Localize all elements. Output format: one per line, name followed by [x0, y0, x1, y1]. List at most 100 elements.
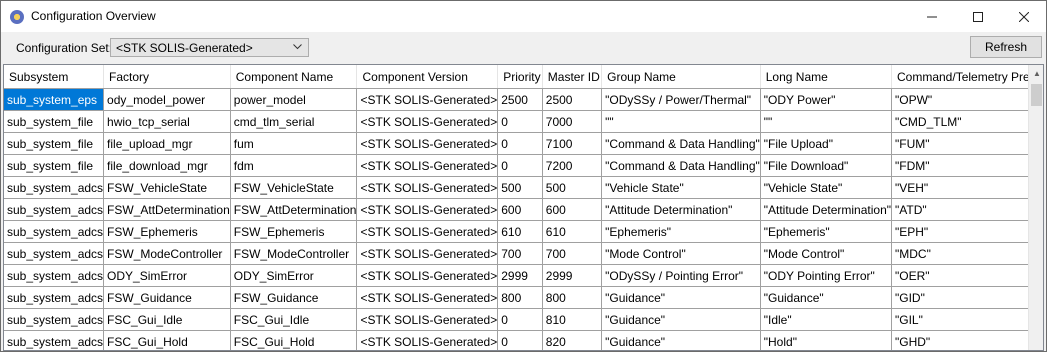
scroll-up-arrow-icon[interactable]: ▲ [1033, 69, 1041, 78]
column-header[interactable]: Factory [103, 65, 231, 89]
table-row[interactable]: sub_system_adcs FSC_Gui_Idle FSC_Gui_Idle <… [4, 308, 1043, 331]
column-header[interactable]: Subsystem [4, 65, 105, 89]
table-cell[interactable]: 820 [542, 330, 603, 350]
table-cell[interactable]: sub_system_adcs [4, 330, 105, 350]
table-cell[interactable]: 610 [497, 220, 543, 243]
table-cell[interactable]: <STK SOLIS-Generated> [356, 286, 499, 309]
table-cell[interactable]: "ATD" [891, 198, 1043, 221]
table-cell[interactable]: <STK SOLIS-Generated> [356, 154, 499, 177]
close-button[interactable] [1001, 1, 1046, 32]
table-cell[interactable]: sub_system_file [4, 154, 105, 177]
maximize-button[interactable] [955, 1, 1001, 32]
table-cell[interactable]: sub_system_file [4, 132, 105, 155]
table-cell[interactable]: "Guidance" [760, 286, 893, 309]
table-row[interactable]: sub_system_file file_upload_mgr fum <STK SO… [4, 132, 1043, 155]
table-cell[interactable]: "GIL" [891, 308, 1043, 331]
table-row[interactable]: sub_system_adcs FSW_ModeController FSW_Mod… [4, 242, 1043, 265]
table-cell[interactable]: 500 [497, 176, 543, 199]
minimize-button[interactable] [909, 1, 955, 32]
table-cell[interactable]: FSC_Gui_Idle [230, 308, 358, 331]
table-cell[interactable]: "ODySSy / Pointing Error" [601, 264, 761, 287]
table-cell[interactable]: FSW_ModeController [103, 242, 231, 265]
table-row[interactable]: sub_system_adcs ODY_SimError ODY_SimError <… [4, 264, 1043, 287]
table-cell[interactable]: FSC_Gui_Hold [103, 330, 231, 350]
table-cell[interactable]: "Ephemeris" [601, 220, 761, 243]
table-cell[interactable]: "Vehicle State" [601, 176, 761, 199]
table-row[interactable]: sub_system_adcs FSW_Ephemeris FSW_Ephemeri… [4, 220, 1043, 243]
table-cell[interactable]: "ODySSy / Power/Thermal" [601, 88, 761, 111]
table-cell[interactable]: "Guidance" [601, 330, 761, 350]
table-cell[interactable]: "Hold" [760, 330, 893, 350]
table-row[interactable]: sub_system_adcs FSW_VehicleState FSW_Vehic… [4, 176, 1043, 199]
table-cell[interactable]: FSW_Guidance [230, 286, 358, 309]
table-cell[interactable]: 610 [542, 220, 603, 243]
table-cell[interactable]: hwio_tcp_serial [103, 110, 231, 133]
table-cell[interactable]: FSW_Ephemeris [230, 220, 358, 243]
column-header[interactable]: Component Name [230, 65, 358, 89]
configuration-set-dropdown[interactable]: <STK SOLIS-Generated> [110, 38, 309, 57]
table-cell[interactable]: "Attitude Determination" [760, 198, 893, 221]
table-cell[interactable]: 800 [542, 286, 603, 309]
table-cell[interactable]: "ODY Power" [760, 88, 893, 111]
table-row[interactable]: sub_system_adcs FSW_Guidance FSW_Guidance <… [4, 286, 1043, 309]
table-row[interactable]: sub_system_file hwio_tcp_serial cmd_tlm_se… [4, 110, 1043, 133]
table-cell[interactable]: power_model [230, 88, 358, 111]
table-cell[interactable]: FSW_Ephemeris [103, 220, 231, 243]
table-cell[interactable]: 2500 [542, 88, 603, 111]
table-cell[interactable]: FSC_Gui_Idle [103, 308, 231, 331]
table-cell[interactable]: "EPH" [891, 220, 1043, 243]
table-cell[interactable]: <STK SOLIS-Generated> [356, 242, 499, 265]
table-cell[interactable]: "GHD" [891, 330, 1043, 350]
table-cell[interactable]: <STK SOLIS-Generated> [356, 198, 499, 221]
table-row[interactable]: sub_system_adcs FSC_Gui_Hold FSC_Gui_Hold <… [4, 330, 1043, 350]
table-cell[interactable]: 2999 [542, 264, 603, 287]
table-cell[interactable]: "File Upload" [760, 132, 893, 155]
table-cell[interactable]: "Attitude Determination" [601, 198, 761, 221]
table-cell[interactable]: 2500 [497, 88, 543, 111]
table-cell[interactable]: 600 [497, 198, 543, 221]
table-cell[interactable]: <STK SOLIS-Generated> [356, 220, 499, 243]
table-cell[interactable]: "Guidance" [601, 308, 761, 331]
table-cell[interactable]: <STK SOLIS-Generated> [356, 110, 499, 133]
table-cell[interactable]: "OER" [891, 264, 1043, 287]
table-cell[interactable]: sub_system_adcs [4, 242, 105, 265]
table-cell[interactable]: FSW_AttDetermination [103, 198, 231, 221]
table-cell[interactable]: sub_system_file [4, 110, 105, 133]
vertical-scrollbar[interactable]: ▲ [1028, 65, 1043, 350]
table-cell[interactable]: "File Download" [760, 154, 893, 177]
table-cell[interactable]: FSW_VehicleState [103, 176, 231, 199]
table-cell[interactable]: 810 [542, 308, 603, 331]
table-cell[interactable]: 7200 [542, 154, 603, 177]
table-cell[interactable]: "Vehicle State" [760, 176, 893, 199]
table-cell[interactable]: sub_system_adcs [4, 198, 105, 221]
table-cell[interactable]: "Guidance" [601, 286, 761, 309]
table-cell[interactable]: "Command & Data Handling" [601, 154, 761, 177]
column-header[interactable]: Group Name [601, 65, 761, 89]
table-cell[interactable]: sub_system_eps [4, 88, 105, 111]
table-cell[interactable]: 800 [497, 286, 543, 309]
table-cell[interactable]: FSW_VehicleState [230, 176, 358, 199]
table-cell[interactable]: 2999 [497, 264, 543, 287]
table-cell[interactable]: "Mode Control" [601, 242, 761, 265]
column-header[interactable]: Priority [497, 65, 543, 89]
table-cell[interactable]: <STK SOLIS-Generated> [356, 264, 499, 287]
table-cell[interactable]: <STK SOLIS-Generated> [356, 132, 499, 155]
table-row[interactable]: sub_system_adcs FSW_AttDetermination FSW_A… [4, 198, 1043, 221]
table-cell[interactable]: "MDC" [891, 242, 1043, 265]
table-cell[interactable]: <STK SOLIS-Generated> [356, 176, 499, 199]
table-cell[interactable]: sub_system_adcs [4, 264, 105, 287]
table-cell[interactable]: sub_system_adcs [4, 308, 105, 331]
table-cell[interactable]: 500 [542, 176, 603, 199]
table-cell[interactable]: 0 [497, 330, 543, 350]
table-cell[interactable]: 0 [497, 308, 543, 331]
table-cell[interactable]: <STK SOLIS-Generated> [356, 308, 499, 331]
table-cell[interactable]: sub_system_adcs [4, 220, 105, 243]
table-cell[interactable]: 7000 [542, 110, 603, 133]
table-cell[interactable]: "FUM" [891, 132, 1043, 155]
table-cell[interactable]: "" [601, 110, 761, 133]
table-cell[interactable]: "Ephemeris" [760, 220, 893, 243]
table-cell[interactable]: sub_system_adcs [4, 286, 105, 309]
table-cell[interactable]: fdm [230, 154, 358, 177]
table-cell[interactable]: fum [230, 132, 358, 155]
table-cell[interactable]: FSW_ModeController [230, 242, 358, 265]
